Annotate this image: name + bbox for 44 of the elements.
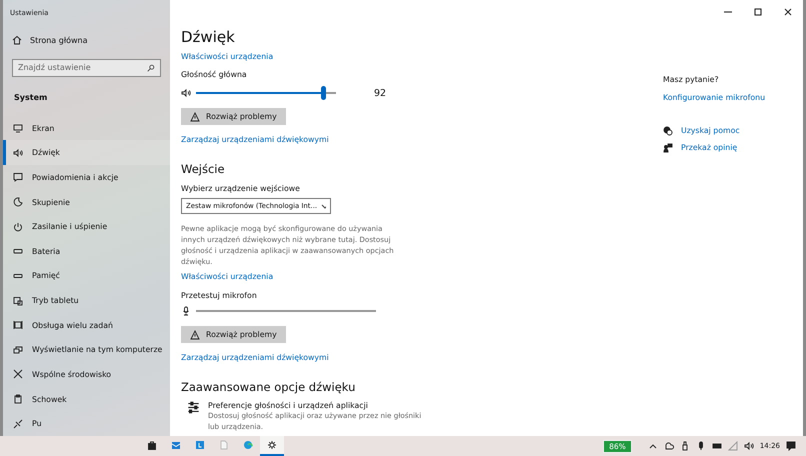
- section-heading: Zaawansowane opcje dźwięku: [181, 380, 356, 394]
- speaker-icon: [181, 88, 191, 98]
- monitor-icon: [13, 123, 23, 134]
- section-heading: System: [13, 92, 48, 102]
- search-input[interactable]: Znajdź ustawienie: [18, 63, 147, 72]
- notification-icon[interactable]: [786, 441, 796, 451]
- settings-icon: [267, 440, 277, 450]
- file-icon: [219, 440, 229, 450]
- message-icon: [13, 172, 23, 182]
- windows-icon: [13, 320, 23, 330]
- search-field[interactable]: Znajdź ustawienie: [12, 59, 161, 77]
- battery-icon: [13, 246, 23, 256]
- cloud-icon[interactable]: [664, 441, 674, 451]
- taskbar-app[interactable]: [260, 436, 284, 456]
- moon-icon: [13, 197, 23, 207]
- maximize-icon: [754, 8, 762, 16]
- shopping-bag-icon: [147, 440, 157, 450]
- warning-icon: [190, 112, 200, 122]
- cross-icon: [13, 369, 23, 380]
- help-chat-icon: [663, 126, 673, 136]
- app-tile-icon: [195, 440, 205, 450]
- chevron-icon: [321, 204, 326, 208]
- projector-icon: [13, 344, 23, 355]
- microphone-icon: [181, 306, 191, 316]
- slider-thumb[interactable]: [321, 86, 326, 100]
- speaker-icon[interactable]: [744, 441, 754, 451]
- volume-value: 92: [374, 88, 386, 98]
- clipboard-icon: [13, 394, 23, 404]
- close-icon: [784, 8, 792, 16]
- tablet-icon: [13, 296, 23, 306]
- power-icon: [13, 222, 23, 232]
- mail-icon: [171, 440, 181, 450]
- section-heading: Wejście: [181, 162, 226, 176]
- sliders-icon: [187, 401, 200, 414]
- warning-icon: [190, 330, 200, 340]
- browser-icon: [243, 440, 253, 450]
- home-icon: [12, 35, 22, 45]
- home-link[interactable]: Strona główna: [3, 35, 170, 45]
- search-icon: [147, 64, 155, 72]
- usb-icon[interactable]: [680, 441, 690, 451]
- battery-icon[interactable]: [712, 441, 722, 451]
- page-title: Dźwięk: [181, 28, 236, 46]
- feedback-icon: [663, 143, 673, 153]
- speaker-icon: [13, 148, 23, 158]
